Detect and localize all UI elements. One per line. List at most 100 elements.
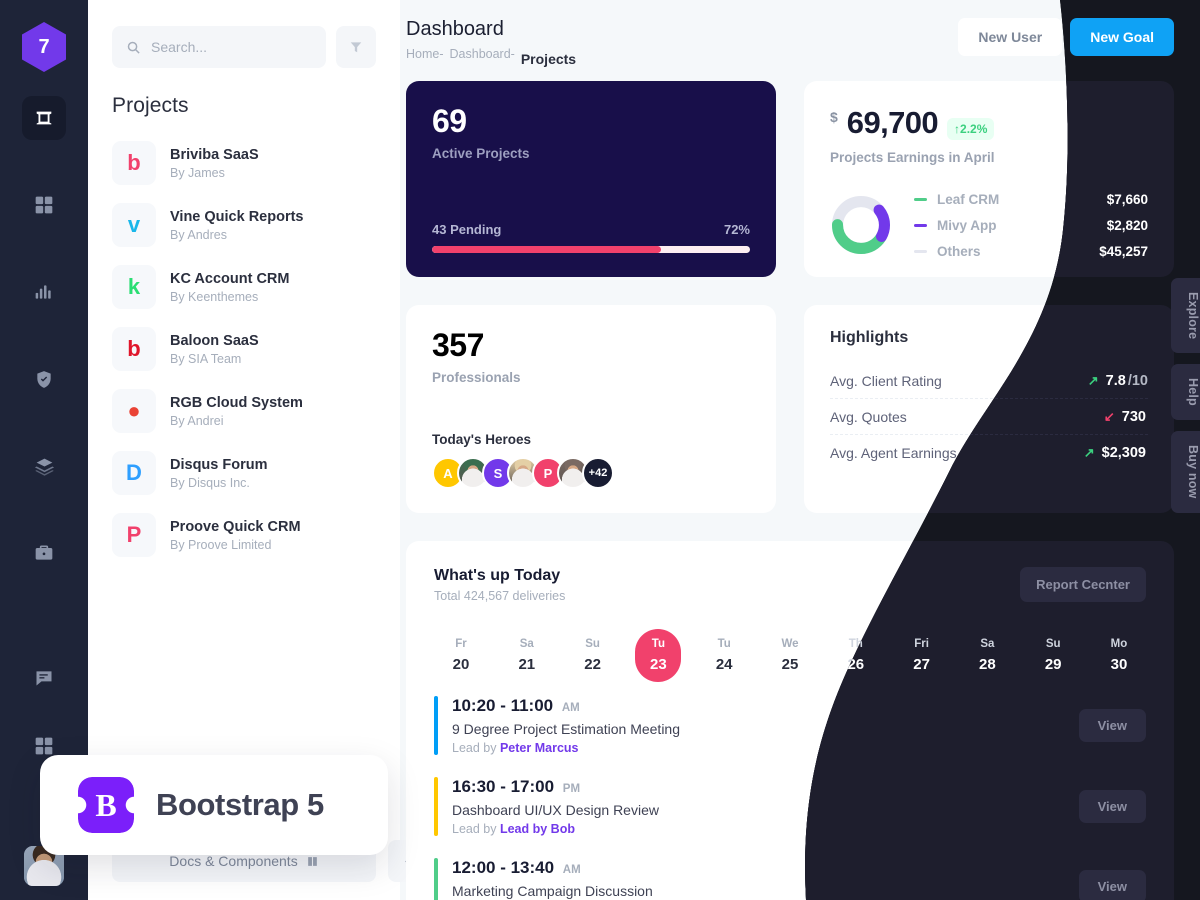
- calendar-day[interactable]: Su 22: [570, 629, 616, 682]
- app-root: 7 Search... Projects b Briviba SaaS By J…: [0, 0, 1200, 900]
- percent-label: 72%: [723, 222, 750, 237]
- legend-color-swatch: [914, 249, 927, 253]
- rail-item-chat[interactable]: [22, 656, 66, 700]
- new-user-button[interactable]: New User: [958, 18, 1063, 56]
- event-accent-bar: [434, 696, 438, 755]
- search-input[interactable]: Search...: [112, 26, 326, 68]
- event-time: 10:20 - 11:00 AM: [452, 696, 580, 715]
- progress-track: [432, 246, 750, 253]
- calendar-day[interactable]: Fri 27: [899, 629, 945, 682]
- grid-icon: [35, 196, 53, 214]
- bootstrap-logo-icon: B: [78, 777, 134, 833]
- event-lead: Lead by Peter Marcus: [452, 741, 579, 755]
- event-view-button[interactable]: View: [1079, 709, 1146, 742]
- report-center-button-dark[interactable]: Report Cecnter: [1020, 567, 1146, 602]
- project-logo-icon: b: [112, 141, 156, 185]
- edge-tab-strip: Explore Help Buy now: [1171, 278, 1200, 513]
- bar-chart-icon: [35, 285, 51, 299]
- project-logo-icon: b: [112, 327, 156, 371]
- project-list-item[interactable]: D Disqus Forum By Disqus Inc.: [112, 442, 376, 504]
- project-text: Disqus Forum By Disqus Inc.: [170, 456, 267, 491]
- day-name: Fr: [455, 638, 467, 650]
- hero-avatar[interactable]: +42: [582, 457, 614, 489]
- project-list-item[interactable]: ● RGB Cloud System By Andrei: [112, 380, 376, 442]
- edge-tab-help[interactable]: Help: [1171, 364, 1200, 421]
- day-number: 29: [1044, 656, 1062, 673]
- day-number: 24: [715, 656, 733, 673]
- filter-button[interactable]: [336, 26, 376, 68]
- calendar-day[interactable]: Tu 23: [635, 629, 682, 682]
- professionals-label: Professionals: [432, 370, 521, 385]
- highlight-value: ↗ 7.8/10: [1088, 373, 1148, 389]
- project-author: By Andrei: [170, 414, 224, 429]
- calendar-day[interactable]: Su 29: [1030, 629, 1076, 682]
- event-accent-bar: [434, 858, 438, 900]
- professionals-card: 357 Professionals Today's Heroes A S P +42: [406, 305, 776, 513]
- shield-check-icon: [37, 370, 51, 388]
- project-author: By Proove Limited: [170, 538, 272, 553]
- day-name: Sa: [980, 638, 995, 650]
- page-title: Dashboard: [406, 18, 504, 40]
- event-body: 16:30 - 17:00 PM Dashboard UI/UX Design R…: [452, 777, 659, 836]
- whats-up-titles: What's up Today Total 424,567 deliveries: [434, 567, 565, 603]
- project-text: Briviba SaaS By James: [170, 146, 259, 181]
- event-name: 9 Degree Project Estimation Meeting: [452, 721, 680, 737]
- day-number: 25: [781, 656, 799, 673]
- project-list-item[interactable]: v Vine Quick Reports By Andres: [112, 194, 376, 256]
- whats-up-title: What's up Today: [434, 567, 561, 584]
- project-list-item[interactable]: P Proove Quick CRM By Proove Limited: [112, 504, 376, 566]
- edge-tab-explore[interactable]: Explore: [1171, 278, 1200, 354]
- calendar-day[interactable]: Sa 21: [504, 629, 550, 682]
- calendar-day[interactable]: Fr 20: [438, 629, 484, 682]
- calendar-day[interactable]: We 25: [767, 629, 813, 682]
- cube-icon: [36, 111, 52, 125]
- breadcrumb-dashboard[interactable]: Dashboard-: [450, 47, 515, 67]
- active-projects-card: 69 Active Projects 43 Pending 72%: [406, 81, 776, 277]
- earnings-delta-badge: ↑2.2%: [947, 118, 995, 140]
- project-text: KC Account CRM By Keenthemes: [170, 270, 289, 305]
- breadcrumb-home[interactable]: Home-: [406, 47, 444, 67]
- day-name: Fri: [914, 638, 929, 650]
- project-list-item[interactable]: b Briviba SaaS By James: [112, 132, 376, 194]
- event-view-button[interactable]: View: [1079, 790, 1146, 823]
- legend-label: Leaf CRM: [937, 191, 1000, 207]
- rail-item-analytics[interactable]: [22, 270, 66, 314]
- calendar-day[interactable]: Tu 24: [701, 629, 747, 682]
- edge-tab-buy-now[interactable]: Buy now: [1171, 431, 1200, 513]
- rail-item-grid[interactable]: [22, 183, 66, 227]
- project-list: b Briviba SaaS By James v Vine Quick Reports…: [88, 126, 400, 566]
- rail-item-security[interactable]: [22, 357, 66, 401]
- day-number: 20: [452, 656, 470, 673]
- day-name: We: [781, 638, 799, 650]
- event-accent-bar: [434, 777, 438, 836]
- project-text: Baloon SaaS By SIA Team: [170, 332, 259, 367]
- legend-color-swatch: [914, 197, 927, 201]
- highlight-number: $2,309: [1101, 445, 1146, 461]
- event-lead-person[interactable]: Peter Marcus: [500, 741, 579, 755]
- day-number: 22: [584, 656, 601, 673]
- day-name: Tu: [717, 638, 731, 650]
- new-goal-button-dark[interactable]: New Goal: [1070, 18, 1174, 56]
- rail-item-projects[interactable]: [22, 531, 66, 575]
- project-list-item[interactable]: b Baloon SaaS By SIA Team: [112, 318, 376, 380]
- rail-item-cube[interactable]: [22, 96, 66, 140]
- event-lead-person[interactable]: Lead by Bob: [500, 822, 575, 836]
- project-list-item[interactable]: k KC Account CRM By Keenthemes: [112, 256, 376, 318]
- trend-arrow-icon: ↗: [1087, 372, 1099, 388]
- day-name: Su: [1045, 638, 1061, 650]
- event-view-button[interactable]: View: [1079, 870, 1146, 900]
- project-name: Vine Quick Reports: [170, 208, 304, 225]
- search-row: Search...: [88, 0, 400, 68]
- book-icon: [307, 856, 317, 866]
- rail-item-layers[interactable]: [22, 444, 66, 488]
- docs-label: Docs & Components: [169, 853, 298, 869]
- day-name: Sa: [519, 638, 534, 650]
- earnings-donut-chart: [831, 195, 891, 255]
- highlight-suffix: /10: [1127, 372, 1148, 389]
- app-logo-badge[interactable]: 7: [22, 22, 66, 72]
- bootstrap-promo-badge[interactable]: B Bootstrap 5: [40, 755, 388, 855]
- filter-icon: [350, 42, 362, 53]
- calendar-day[interactable]: Mo 30: [1096, 629, 1142, 682]
- calendar-day[interactable]: Sa 28: [964, 629, 1010, 682]
- layers-icon: [34, 458, 54, 476]
